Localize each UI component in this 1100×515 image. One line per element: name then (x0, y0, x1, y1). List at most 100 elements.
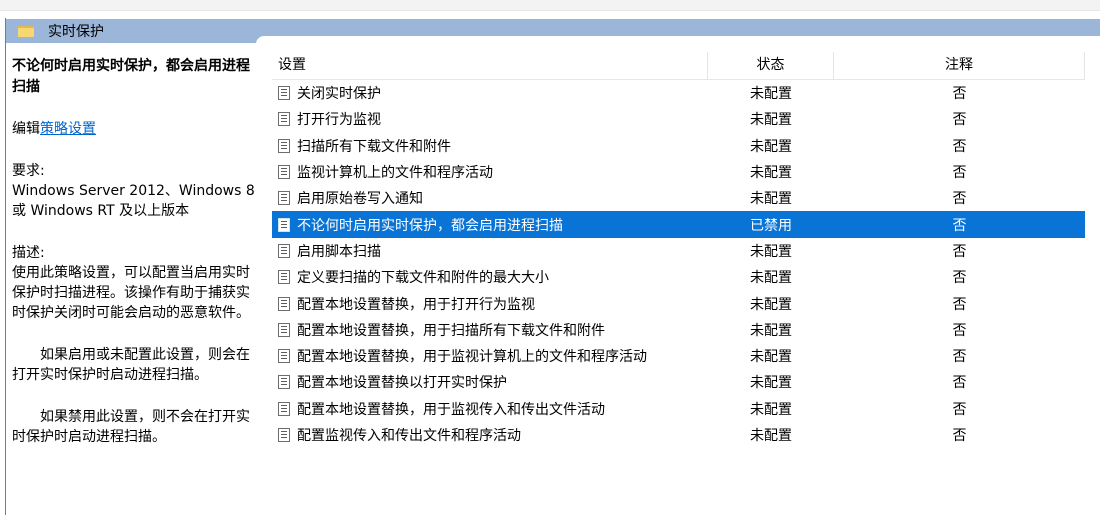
cell-comment: 否 (952, 270, 967, 287)
policy-title: 不论何时启用实时保护，都会启用进程扫描 (12, 58, 250, 95)
cell-state: 未配置 (750, 138, 792, 155)
cell-state: 未配置 (750, 375, 792, 392)
requirements-label: 要求: (12, 163, 45, 179)
setting-label: 监视计算机上的文件和程序活动 (297, 165, 493, 182)
setting-label: 启用原始卷写入通知 (297, 191, 423, 208)
cell-state: 未配置 (750, 349, 792, 366)
setting-label: 配置本地设置替换，用于打开行为监视 (297, 296, 535, 313)
cell-comment: 否 (952, 375, 967, 392)
policy-setting-icon (278, 349, 290, 364)
table-row[interactable]: 关闭实时保护 未配置 否 (272, 80, 1085, 106)
table-row[interactable]: 打开行为监视 未配置 否 (272, 106, 1085, 132)
cell-comment: 否 (952, 322, 967, 339)
table-row[interactable]: 启用原始卷写入通知 未配置 否 (272, 185, 1085, 211)
cell-comment: 否 (952, 112, 967, 129)
setting-label: 配置本地设置替换以打开实时保护 (297, 375, 507, 392)
cell-state: 未配置 (750, 296, 792, 313)
paragraph-enabled: 如果启用或未配置此设置，则会在打开实时保护时启动进程扫描。 (12, 347, 250, 383)
cell-state: 未配置 (750, 165, 792, 182)
cell-state: 未配置 (750, 270, 792, 287)
frame-border (5, 18, 6, 515)
edit-policy-link[interactable]: 策略设置 (40, 121, 96, 137)
column-header-comment[interactable]: 注释 (834, 52, 1085, 79)
table-row[interactable]: 监视计算机上的文件和程序活动 未配置 否 (272, 159, 1085, 185)
extended-description-pane: 不论何时启用实时保护，都会启用进程扫描 编辑策略设置 要求: Windows S… (12, 56, 258, 447)
cell-state: 已禁用 (750, 217, 792, 234)
policy-setting-icon (278, 138, 290, 153)
top-strip (0, 0, 1100, 11)
setting-label: 启用脚本扫描 (297, 243, 381, 260)
setting-label: 扫描所有下载文件和附件 (297, 138, 451, 155)
policy-setting-icon (278, 165, 290, 180)
setting-label: 打开行为监视 (297, 112, 381, 129)
cell-setting: 配置监视传入和传出文件和程序活动 (272, 425, 708, 445)
requirements-text: Windows Server 2012、Windows 8 或 Windows … (12, 183, 255, 219)
setting-label: 关闭实时保护 (297, 86, 381, 103)
policy-setting-icon (278, 243, 290, 258)
cell-setting: 配置本地设置替换，用于监视计算机上的文件和程序活动 (272, 346, 708, 366)
column-header-state[interactable]: 状态 (708, 52, 834, 79)
setting-label: 不论何时启用实时保护，都会启用进程扫描 (297, 217, 563, 234)
cell-comment: 否 (952, 401, 967, 418)
table-row[interactable]: 配置本地设置替换，用于扫描所有下载文件和附件 未配置 否 (272, 317, 1085, 343)
cell-setting: 关闭实时保护 (272, 83, 708, 103)
table-row[interactable]: 扫描所有下载文件和附件 未配置 否 (272, 133, 1085, 159)
column-header-setting[interactable]: 设置 (272, 52, 708, 79)
setting-label: 配置本地设置替换，用于监视计算机上的文件和程序活动 (297, 349, 647, 366)
table-row[interactable]: 启用脚本扫描 未配置 否 (272, 238, 1085, 264)
policy-setting-icon (278, 322, 290, 337)
table-row[interactable]: 配置本地设置替换，用于打开行为监视 未配置 否 (272, 290, 1085, 316)
edit-line: 编辑策略设置 (12, 119, 258, 139)
cell-state: 未配置 (750, 428, 792, 444)
table-row[interactable]: 配置监视传入和传出文件和程序活动 未配置 否 (272, 422, 1085, 448)
policy-setting-icon (278, 401, 290, 416)
cell-setting: 定义要扫描的下载文件和附件的最大大小 (272, 267, 708, 287)
header-title: 实时保护 (48, 24, 104, 40)
table-row[interactable]: 不论何时启用实时保护，都会启用进程扫描 已禁用 否 (272, 211, 1085, 238)
cell-comment: 否 (952, 138, 967, 155)
table-row[interactable]: 配置本地设置替换以打开实时保护 未配置 否 (272, 369, 1085, 395)
header-notch (256, 36, 1100, 44)
cell-comment: 否 (952, 349, 967, 366)
header-tab: 实时保护 (6, 19, 264, 43)
cell-state: 未配置 (750, 322, 792, 339)
description-block: 描述: 使用此策略设置，可以配置当启用实时保护时扫描进程。该操作有助于捕获实时保… (12, 243, 258, 323)
cell-state: 未配置 (750, 243, 792, 260)
cell-setting: 打开行为监视 (272, 109, 708, 129)
cell-comment: 否 (952, 165, 967, 182)
policy-setting-icon (278, 86, 290, 101)
cell-setting: 配置本地设置替换，用于监视传入和传出文件活动 (272, 399, 708, 419)
cell-comment: 否 (952, 86, 967, 103)
requirements-block: 要求: Windows Server 2012、Windows 8 或 Wind… (12, 161, 258, 221)
cell-setting: 不论何时启用实时保护，都会启用进程扫描 (272, 215, 708, 235)
cell-setting: 配置本地设置替换，用于打开行为监视 (272, 294, 708, 314)
setting-label: 配置监视传入和传出文件和程序活动 (297, 428, 521, 444)
setting-label: 配置本地设置替换，用于监视传入和传出文件活动 (297, 401, 605, 418)
table-body: 关闭实时保护 未配置否打开行为监视 未配置否扫描所有下载文件和附件 未配置否监视计算机… (272, 80, 1085, 448)
table-row[interactable]: 配置本地设置替换，用于监视计算机上的文件和程序活动 未配置 否 (272, 343, 1085, 369)
folder-icon (18, 25, 34, 37)
edit-prefix: 编辑 (12, 121, 40, 137)
cell-comment: 否 (952, 217, 967, 234)
cell-setting: 启用原始卷写入通知 (272, 188, 708, 208)
description-label: 描述: (12, 245, 45, 261)
cell-state: 未配置 (750, 112, 792, 129)
settings-list: 设置 状态 注释 关闭实时保护 未配置否打开行为监视 未配置否扫描所有下载文件和附件… (272, 52, 1085, 448)
cell-setting: 监视计算机上的文件和程序活动 (272, 162, 708, 182)
cell-setting: 扫描所有下载文件和附件 (272, 136, 708, 156)
cell-setting: 配置本地设置替换以打开实时保护 (272, 372, 708, 392)
policy-setting-icon (278, 217, 290, 232)
cell-setting: 启用脚本扫描 (272, 241, 708, 261)
policy-setting-icon (278, 191, 290, 206)
setting-label: 定义要扫描的下载文件和附件的最大大小 (297, 270, 549, 287)
table-row[interactable]: 配置本地设置替换，用于监视传入和传出文件活动 未配置 否 (272, 396, 1085, 422)
table-row[interactable]: 定义要扫描的下载文件和附件的最大大小 未配置 否 (272, 264, 1085, 290)
setting-label: 配置本地设置替换，用于扫描所有下载文件和附件 (297, 322, 605, 339)
policy-setting-icon (278, 296, 290, 311)
cell-comment: 否 (952, 428, 967, 444)
policy-setting-icon (278, 270, 290, 285)
cell-comment: 否 (952, 296, 967, 313)
cell-setting: 配置本地设置替换，用于扫描所有下载文件和附件 (272, 320, 708, 340)
paragraph-disabled: 如果禁用此设置，则不会在打开实时保护时启动进程扫描。 (12, 409, 250, 445)
cell-state: 未配置 (750, 401, 792, 418)
